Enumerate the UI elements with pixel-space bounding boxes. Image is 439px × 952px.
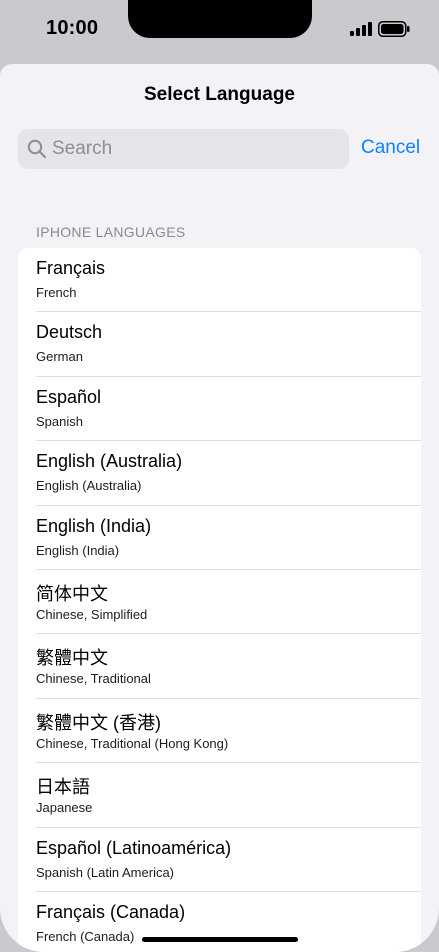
language-row-spanish-latin-america[interactable]: Español (Latinoamérica) Spanish (Latin A… (18, 828, 421, 892)
home-indicator[interactable] (142, 937, 298, 942)
language-english-name: English (Australia) (36, 478, 142, 494)
language-sheet: Select Language Cancel IPHONE LANGUAGES … (0, 64, 439, 952)
language-native-name: 日本語 (36, 777, 90, 798)
language-row-french-canada[interactable]: Français (Canada) French (Canada) (18, 892, 421, 952)
language-english-name: Japanese (36, 800, 93, 816)
language-native-name: English (India) (36, 515, 152, 536)
cellular-signal-icon (350, 22, 372, 36)
language-row-spanish[interactable]: Español Spanish (18, 377, 421, 442)
language-row-japanese[interactable]: 日本語 Japanese (18, 763, 421, 828)
language-row-english-india[interactable]: English (India) English (India) (18, 506, 421, 570)
language-english-name: Chinese, Simplified (36, 606, 148, 622)
language-list: Français French Deutsch German Español S… (18, 248, 421, 952)
language-native-name: 繁體中文 (香港) (36, 712, 161, 733)
language-native-name: Español (Latinoamérica) (36, 837, 232, 858)
language-row-french[interactable]: Français French (18, 248, 421, 313)
language-row-english-australia[interactable]: English (Australia) English (Australia) (18, 441, 421, 506)
language-native-name: Deutsch (36, 322, 103, 343)
language-native-name: Français (36, 258, 106, 278)
language-english-name: French (36, 285, 77, 300)
search-icon (27, 139, 47, 159)
phone-screen: 10:00 Select Language Cancel IPHONE LANG… (0, 0, 439, 952)
search-bar[interactable] (18, 129, 349, 169)
battery-icon (378, 21, 410, 37)
language-native-name: 简体中文 (36, 583, 108, 604)
section-header: IPHONE LANGUAGES (36, 224, 186, 240)
language-english-name: Spanish (Latin America) (36, 864, 175, 880)
language-native-name: English (Australia) (36, 451, 183, 472)
language-native-name: Español (36, 386, 102, 407)
language-english-name: Chinese, Traditional (36, 671, 151, 687)
language-row-german[interactable]: Deutsch German (18, 312, 421, 377)
status-time: 10:00 (46, 17, 99, 39)
language-english-name: Chinese, Traditional (Hong Kong) (36, 735, 229, 751)
language-row-chinese-simplified[interactable]: 简体中文 Chinese, Simplified (18, 570, 421, 635)
language-english-name: Spanish (36, 413, 83, 429)
language-english-name: German (36, 349, 83, 365)
language-english-name: English (India) (36, 542, 120, 558)
cancel-button[interactable]: Cancel (361, 137, 420, 159)
notch (128, 0, 312, 38)
language-row-chinese-hong-kong[interactable]: 繁體中文 (香港) Chinese, Traditional (Hong Kon… (18, 699, 421, 764)
page-title: Select Language (144, 84, 295, 105)
language-row-chinese-traditional[interactable]: 繁體中文 Chinese, Traditional (18, 634, 421, 699)
status-bar: 10:00 (0, 0, 439, 64)
language-english-name: French (Canada) (36, 928, 135, 944)
language-native-name: Français (Canada) (36, 901, 186, 922)
language-native-name: 繁體中文 (36, 648, 108, 669)
search-input[interactable] (52, 129, 342, 169)
